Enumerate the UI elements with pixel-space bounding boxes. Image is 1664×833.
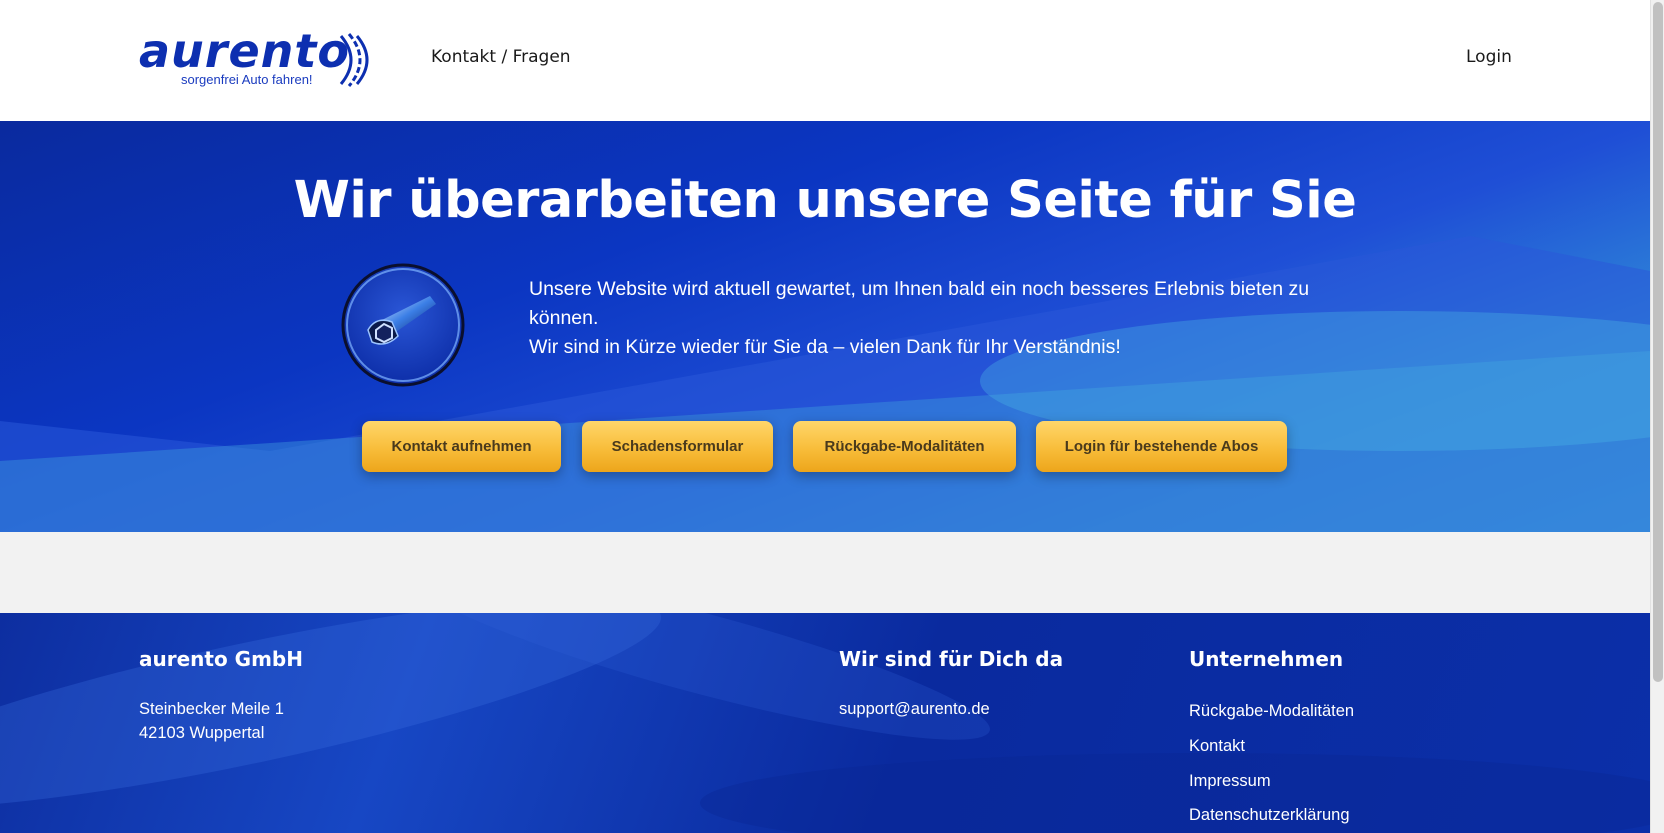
footer-link-privacy[interactable]: Datenschutzerklärung [1189,806,1350,825]
aurento-logo[interactable]: aurento sorgenfrei Auto fahren! [139,24,374,90]
footer-link-return-terms[interactable]: Rückgabe-Modalitäten [1189,702,1354,721]
spacer-band [0,532,1650,613]
site-header: aurento sorgenfrei Auto fahren! Kontakt … [0,0,1650,121]
return-terms-button[interactable]: Rückgabe-Modalitäten [793,421,1016,472]
logo-wordmark: aurento [139,24,351,78]
footer-address-line-1: Steinbecker Meile 1 [139,700,284,718]
hero-section: Wir überarbeiten unsere Seite für Sie Un… [0,121,1650,532]
wrench-bolt-icon [341,263,465,387]
subscriber-login-button[interactable]: Login für bestehende Abos [1036,421,1287,472]
footer-company-links-heading: Unternehmen [1189,647,1344,671]
hero-title: Wir überarbeiten unsere Seite für Sie [293,171,1357,230]
damage-form-button[interactable]: Schadensformular [582,421,773,472]
footer-link-imprint[interactable]: Impressum [1189,772,1271,791]
maintenance-message: Unsere Website wird aktuell gewartet, um… [529,275,1329,362]
contact-button[interactable]: Kontakt aufnehmen [362,421,561,472]
maintenance-text-line-1: Unsere Website wird aktuell gewartet, um… [529,278,1310,329]
logo-road-arcs-icon [339,33,369,87]
footer-link-contact[interactable]: Kontakt [1189,737,1245,756]
site-footer: aurento GmbH Steinbecker Meile 1 42103 W… [0,613,1650,833]
footer-support-heading: Wir sind für Dich da [839,647,1064,671]
maintenance-text-line-2: Wir sind in Kürze wieder für Sie da – vi… [529,336,1121,358]
footer-company-heading: aurento GmbH [139,647,303,671]
nav-login-link[interactable]: Login [1466,47,1512,67]
footer-support-email[interactable]: support@aurento.de [839,697,990,721]
logo-tagline: sorgenfrei Auto fahren! [181,72,313,87]
footer-address-line-2: 42103 Wuppertal [139,724,265,742]
footer-address: Steinbecker Meile 1 42103 Wuppertal [139,697,284,745]
scrollbar-thumb[interactable] [1653,2,1663,682]
nav-contact-link[interactable]: Kontakt / Fragen [431,47,571,67]
page-scrollbar[interactable] [1650,0,1664,833]
